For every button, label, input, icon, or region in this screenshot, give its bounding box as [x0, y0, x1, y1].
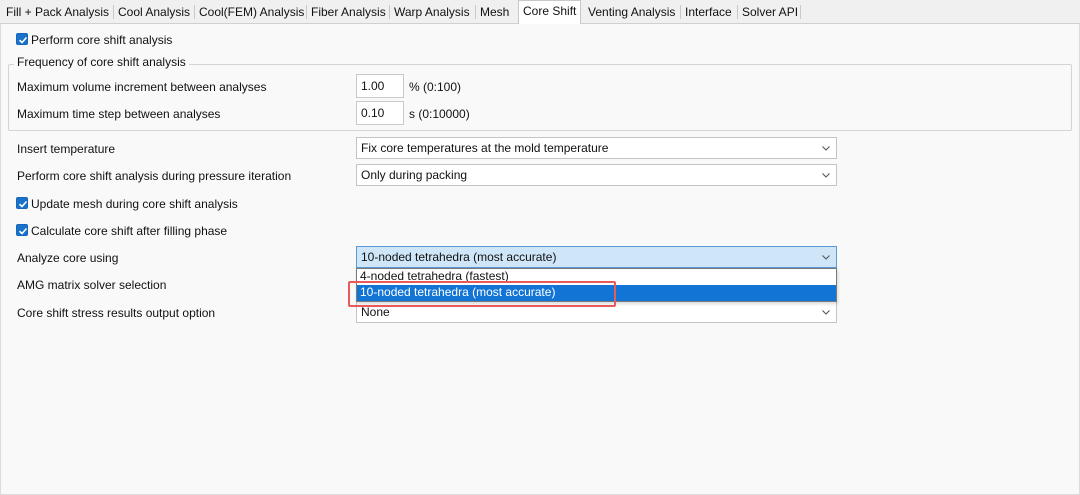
pressure-iteration-label: Perform core shift analysis during press…	[17, 169, 292, 183]
checkmark-icon	[18, 200, 28, 208]
analyze-core-label: Analyze core using	[17, 251, 119, 265]
tab-separator	[194, 5, 195, 19]
amg-solver-label: AMG matrix solver selection	[17, 278, 167, 292]
frequency-group-title: Frequency of core shift analysis	[14, 55, 189, 69]
calc-after-filling-checkbox[interactable]	[16, 224, 28, 236]
chevron-down-icon	[822, 255, 830, 260]
max-time-input[interactable]: 0.10	[356, 101, 404, 125]
update-mesh-label: Update mesh during core shift analysis	[31, 197, 238, 211]
insert-temperature-select[interactable]: Fix core temperatures at the mold temper…	[356, 137, 837, 159]
max-volume-unit: % (0:100)	[409, 80, 462, 94]
annotation-highlight-box	[348, 281, 616, 307]
tab-cool-analysis[interactable]: Cool Analysis	[118, 2, 190, 24]
tab-separator	[389, 5, 390, 19]
pressure-iteration-value: Only during packing	[361, 168, 468, 182]
tab-separator	[306, 5, 307, 19]
tab-venting-analysis[interactable]: Venting Analysis	[588, 2, 675, 24]
calc-after-filling-label: Calculate core shift after filling phase	[31, 224, 228, 238]
max-time-label: Maximum time step between analyses	[17, 107, 221, 121]
insert-temperature-value: Fix core temperatures at the mold temper…	[361, 141, 609, 155]
checkmark-icon	[18, 36, 28, 44]
pressure-iteration-select[interactable]: Only during packing	[356, 164, 837, 186]
update-mesh-checkbox[interactable]	[16, 197, 28, 209]
tab-solver-api[interactable]: Solver API	[742, 2, 798, 24]
tab-mesh[interactable]: Mesh	[480, 2, 509, 24]
tab-fill-pack-analysis[interactable]: Fill + Pack Analysis	[6, 2, 109, 24]
tab-bar: Fill + Pack Analysis Cool Analysis Cool(…	[0, 0, 1080, 25]
tab-separator	[113, 5, 114, 19]
insert-temperature-label: Insert temperature	[17, 142, 116, 156]
stress-output-label: Core shift stress results output option	[17, 306, 216, 320]
tab-separator	[475, 5, 476, 19]
tab-interface[interactable]: Interface	[685, 2, 732, 24]
chevron-down-icon	[822, 146, 830, 151]
perform-core-shift-checkbox[interactable]	[16, 33, 28, 45]
analyze-core-value: 10-noded tetrahedra (most accurate)	[361, 250, 557, 264]
chevron-down-icon	[822, 173, 830, 178]
perform-core-shift-label: Perform core shift analysis	[31, 33, 173, 47]
tab-fiber-analysis[interactable]: Fiber Analysis	[311, 2, 386, 24]
tab-separator	[680, 5, 681, 19]
tab-warp-analysis[interactable]: Warp Analysis	[394, 2, 470, 24]
checkmark-icon	[18, 227, 28, 235]
tab-separator	[800, 5, 801, 19]
tab-cool-fem-analysis[interactable]: Cool(FEM) Analysis	[199, 2, 304, 24]
max-volume-input[interactable]: 1.00	[356, 74, 404, 98]
tab-core-shift[interactable]: Core Shift	[518, 0, 582, 25]
tab-separator	[737, 5, 738, 19]
chevron-down-icon	[822, 310, 830, 315]
analyze-core-select[interactable]: 10-noded tetrahedra (most accurate)	[356, 246, 837, 268]
max-volume-label: Maximum volume increment between analyse…	[17, 80, 267, 94]
stress-output-value: None	[361, 305, 390, 319]
max-time-unit: s (0:10000)	[409, 107, 470, 121]
